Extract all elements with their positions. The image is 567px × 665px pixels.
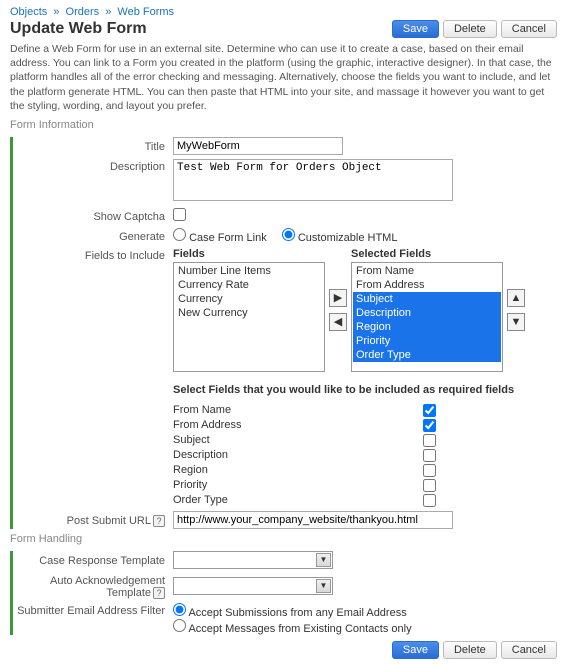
selected-fields-listbox[interactable]: From NameFrom AddressSubjectDescriptionR… bbox=[351, 262, 503, 372]
selected-fields-header: Selected Fields bbox=[351, 248, 503, 260]
available-fields-listbox[interactable]: Number Line ItemsCurrency RateCurrencyNe… bbox=[173, 262, 325, 372]
label-auto-ack-template: Auto Acknowledgement Template? bbox=[13, 573, 173, 599]
arrow-right-icon: ▶ bbox=[334, 291, 342, 304]
page-title: Update Web Form bbox=[10, 20, 147, 38]
breadcrumb: Objects » Orders » Web Forms bbox=[10, 6, 557, 18]
required-field-checkbox[interactable] bbox=[423, 419, 436, 432]
required-field-row: From Address bbox=[173, 419, 557, 432]
label-post-submit-url: Post Submit URL? bbox=[13, 513, 173, 527]
breadcrumb-link-web-forms[interactable]: Web Forms bbox=[117, 6, 174, 18]
arrow-down-icon: ▼ bbox=[511, 316, 522, 328]
label-description: Description bbox=[13, 159, 173, 173]
list-item[interactable]: Priority bbox=[353, 334, 501, 348]
label-auto-ack-template-text: Auto Acknowledgement Template bbox=[50, 575, 165, 599]
required-field-row: Subject bbox=[173, 434, 557, 447]
breadcrumb-sep: » bbox=[102, 6, 114, 18]
breadcrumb-sep: » bbox=[50, 6, 62, 18]
breadcrumb-link-orders[interactable]: Orders bbox=[66, 6, 100, 18]
required-field-label: Description bbox=[173, 449, 423, 461]
list-item[interactable]: Order Type bbox=[353, 348, 501, 362]
description-textarea[interactable]: Test Web Form for Orders Object bbox=[173, 159, 453, 201]
label-title: Title bbox=[13, 139, 173, 153]
breadcrumb-link-objects[interactable]: Objects bbox=[10, 6, 47, 18]
list-item[interactable]: Number Line Items bbox=[175, 264, 323, 278]
top-button-group: Save Delete Cancel bbox=[392, 20, 557, 38]
required-field-label: From Name bbox=[173, 404, 423, 416]
auto-ack-template-select[interactable]: ▼ bbox=[173, 577, 333, 595]
arrow-up-icon: ▲ bbox=[511, 292, 522, 304]
required-fields-note: Select Fields that you would like to be … bbox=[173, 384, 557, 396]
case-response-template-select[interactable]: ▼ bbox=[173, 551, 333, 569]
required-field-checkbox[interactable] bbox=[423, 464, 436, 477]
label-fields-to-include: Fields to Include bbox=[13, 248, 173, 262]
list-item[interactable]: New Currency bbox=[175, 306, 323, 320]
generate-option-case-form-link[interactable]: Case Form Link bbox=[173, 232, 270, 244]
required-field-checkbox[interactable] bbox=[423, 479, 436, 492]
list-item[interactable]: Currency Rate bbox=[175, 278, 323, 292]
move-down-button[interactable]: ▼ bbox=[507, 313, 525, 331]
required-field-row: Order Type bbox=[173, 494, 557, 507]
list-item[interactable]: Description bbox=[353, 306, 501, 320]
submitter-option-existing[interactable]: Accept Messages from Existing Contacts o… bbox=[173, 623, 412, 635]
arrow-left-icon: ◀ bbox=[334, 315, 342, 328]
generate-option-customizable-html[interactable]: Customizable HTML bbox=[282, 232, 398, 244]
submitter-option-any[interactable]: Accept Submissions from any Email Addres… bbox=[173, 607, 407, 619]
radio-submitter-any[interactable] bbox=[173, 603, 186, 616]
move-up-button[interactable]: ▲ bbox=[507, 289, 525, 307]
save-button[interactable]: Save bbox=[392, 20, 439, 38]
radio-label-customizable-html: Customizable HTML bbox=[298, 232, 398, 244]
dropdown-icon: ▼ bbox=[316, 579, 331, 593]
required-field-checkbox[interactable] bbox=[423, 449, 436, 462]
show-captcha-checkbox[interactable] bbox=[173, 208, 186, 221]
list-item[interactable]: From Address bbox=[353, 278, 501, 292]
radio-label-case-form-link: Case Form Link bbox=[189, 232, 267, 244]
required-fields-table: From Name From Address Subject Description R… bbox=[173, 404, 557, 507]
list-item[interactable]: Subject bbox=[353, 292, 501, 306]
required-field-row: From Name bbox=[173, 404, 557, 417]
section-form-information: Form Information bbox=[10, 119, 557, 131]
list-item[interactable]: Region bbox=[353, 320, 501, 334]
required-field-checkbox[interactable] bbox=[423, 434, 436, 447]
fields-header: Fields bbox=[173, 248, 325, 260]
bottom-button-group: Save Delete Cancel bbox=[10, 641, 557, 659]
radio-submitter-existing[interactable] bbox=[173, 619, 186, 632]
label-case-response-template: Case Response Template bbox=[13, 553, 173, 567]
label-post-submit-url-text: Post Submit URL bbox=[67, 515, 151, 527]
required-field-row: Priority bbox=[173, 479, 557, 492]
required-field-label: Priority bbox=[173, 479, 423, 491]
required-field-row: Region bbox=[173, 464, 557, 477]
radio-label-submitter-any: Accept Submissions from any Email Addres… bbox=[188, 607, 406, 619]
post-submit-url-input[interactable] bbox=[173, 511, 453, 529]
label-submitter-filter: Submitter Email Address Filter bbox=[13, 603, 173, 617]
radio-case-form-link[interactable] bbox=[173, 228, 186, 241]
required-field-label: From Address bbox=[173, 419, 423, 431]
required-field-row: Description bbox=[173, 449, 557, 462]
list-item[interactable]: From Name bbox=[353, 264, 501, 278]
cancel-button[interactable]: Cancel bbox=[501, 20, 557, 38]
label-show-captcha: Show Captcha bbox=[13, 209, 173, 223]
help-icon[interactable]: ? bbox=[153, 515, 165, 527]
title-input[interactable] bbox=[173, 137, 343, 155]
required-field-checkbox[interactable] bbox=[423, 494, 436, 507]
move-right-button[interactable]: ▶ bbox=[329, 289, 347, 307]
move-left-button[interactable]: ◀ bbox=[329, 313, 347, 331]
radio-label-submitter-existing: Accept Messages from Existing Contacts o… bbox=[188, 623, 411, 635]
help-icon[interactable]: ? bbox=[153, 587, 165, 599]
required-field-label: Subject bbox=[173, 434, 423, 446]
required-field-checkbox[interactable] bbox=[423, 404, 436, 417]
required-field-label: Region bbox=[173, 464, 423, 476]
intro-text: Define a Web Form for use in an external… bbox=[10, 42, 557, 113]
dropdown-icon: ▼ bbox=[316, 553, 331, 567]
section-form-handling: Form Handling bbox=[10, 533, 557, 545]
delete-button[interactable]: Delete bbox=[443, 641, 497, 659]
list-item[interactable]: Currency bbox=[175, 292, 323, 306]
delete-button[interactable]: Delete bbox=[443, 20, 497, 38]
cancel-button[interactable]: Cancel bbox=[501, 641, 557, 659]
label-generate: Generate bbox=[13, 229, 173, 243]
save-button[interactable]: Save bbox=[392, 641, 439, 659]
required-field-label: Order Type bbox=[173, 494, 423, 506]
radio-customizable-html[interactable] bbox=[282, 228, 295, 241]
